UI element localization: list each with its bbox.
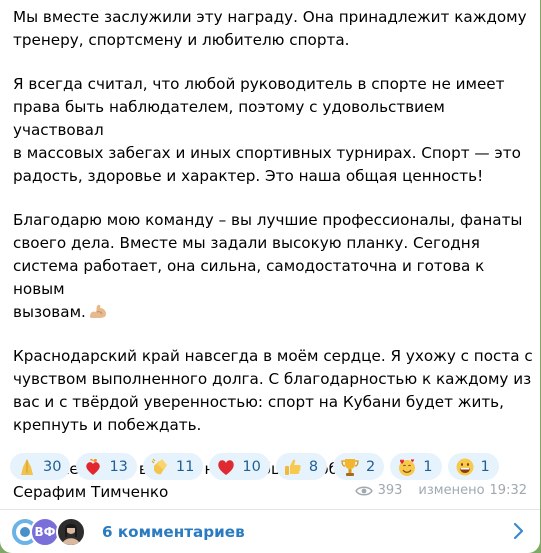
reaction-count: 1: [423, 458, 433, 475]
message-time: 19:32: [489, 483, 527, 498]
comments-button[interactable]: ВФ 6 комментариев: [0, 510, 540, 553]
flexed-biceps-icon: [89, 304, 106, 318]
reactions-bar: 30 13 11 10 8 2 1 1: [10, 453, 499, 480]
message-paragraph-3: Благодарю мою команду – вы лучшие профес…: [13, 209, 533, 324]
avatar-initials: ВФ: [34, 524, 56, 539]
commenter-avatars: ВФ: [10, 515, 100, 549]
reaction-thumbs-up[interactable]: 8: [275, 453, 328, 480]
trophy-icon: [341, 458, 359, 476]
views-eye-icon: [354, 486, 373, 495]
reaction-folded-hands[interactable]: 30: [10, 453, 71, 480]
comments-count-label: 6 комментариев: [102, 522, 245, 541]
reaction-red-heart[interactable]: 10: [209, 453, 270, 480]
folded-hands-icon: [21, 458, 33, 475]
reaction-count: 13: [109, 458, 128, 475]
message-paragraph-1: Мы вместе заслужили эту награду. Она при…: [13, 8, 527, 49]
edited-label: изменено: [418, 483, 485, 498]
reaction-count: 1: [480, 458, 490, 475]
smiling-face-with-hearts-icon: [399, 458, 416, 476]
message-paragraph-2: Я всегда считал, что любой руководитель …: [13, 75, 521, 185]
reaction-smiling-face-with-hearts[interactable]: 1: [390, 453, 442, 480]
person-photo-icon: [62, 523, 80, 545]
reaction-count: 8: [308, 458, 319, 475]
message-paragraph-4: Краснодарский край навсегда в моём сердц…: [13, 347, 533, 434]
chevron-right-icon: [513, 522, 524, 540]
thumbs-up-icon: [284, 459, 301, 475]
reaction-count: 2: [366, 458, 376, 475]
avatar: [56, 516, 86, 547]
reaction-count: 30: [43, 458, 62, 475]
views-count: 393: [377, 483, 403, 498]
clapping-hands-icon: [151, 458, 167, 474]
heart-on-fire-icon: [86, 458, 101, 475]
reaction-trophy[interactable]: 2: [333, 453, 385, 480]
reaction-clapping-hands[interactable]: 11: [142, 453, 204, 480]
grinning-face-icon: [456, 458, 474, 475]
message-bubble: Мы вместе заслужили эту награду. Она при…: [0, 0, 540, 553]
reaction-heart-on-fire[interactable]: 13: [76, 453, 137, 480]
reaction-grinning-face[interactable]: 1: [447, 453, 499, 480]
message-text: Мы вместе заслужили эту награду. Она при…: [13, 6, 533, 504]
reaction-count: 11: [175, 458, 195, 475]
red-heart-icon: [218, 459, 235, 475]
message-meta: 393 изменено 19:32: [354, 483, 527, 498]
reaction-count: 10: [242, 458, 261, 475]
